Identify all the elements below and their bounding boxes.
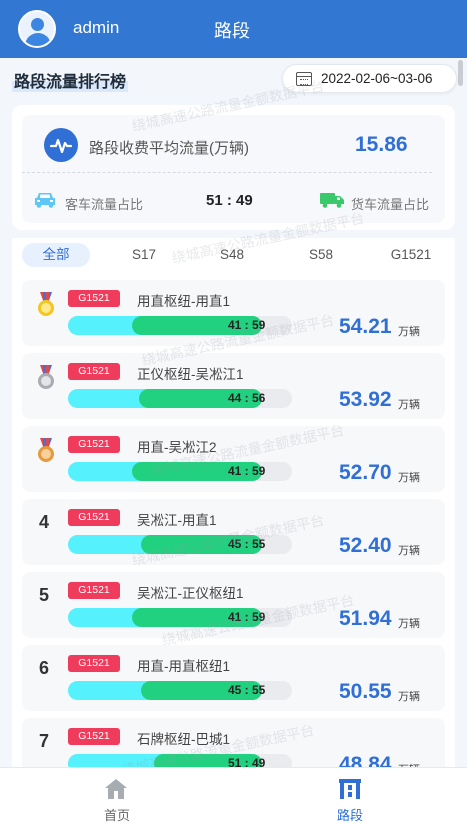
list-item[interactable]: G1521 用直枢纽-用直1 41 : 59 54.21 万辆 <box>22 280 445 346</box>
bottom-nav: 首页 路段 <box>0 767 467 828</box>
segment-name: 用直枢纽-用直1 <box>137 294 231 309</box>
tab-s58[interactable]: S58 <box>297 243 345 267</box>
road-icon <box>338 778 362 805</box>
list-item[interactable]: 6 G1521 用直-用直枢纽1 45 : 55 50.55 万辆 <box>22 645 445 711</box>
tab-s17[interactable]: S17 <box>120 243 168 267</box>
flow-unit: 万辆 <box>398 545 420 557</box>
nav-road-label: 路段 <box>336 808 363 823</box>
list-item[interactable]: 7 G1521 石牌枢纽-巴城1 51 : 49 48.84 万辆 <box>22 718 445 767</box>
rank-number: 6 <box>39 658 50 678</box>
road-filter-tabs: 全部 S17 S48 S58 G1521 <box>12 238 455 272</box>
road-badge: G1521 <box>68 509 120 526</box>
road-badge: G1521 <box>68 582 120 599</box>
ratio-text: 44 : 56 <box>228 391 266 405</box>
date-range-picker[interactable]: 2022-02-06~03-06 <box>282 64 457 93</box>
car-truck-ratio: 51 : 49 <box>206 192 253 209</box>
flow-ratio-bar: 41 : 59 <box>68 462 292 481</box>
flow-value: 52.40 <box>339 534 392 557</box>
segment-name: 石牌枢纽-巴城1 <box>137 732 231 747</box>
flow-unit: 万辆 <box>398 399 420 411</box>
list-item[interactable]: G1521 用直-吴凇江2 41 : 59 52.70 万辆 <box>22 426 445 492</box>
list-item[interactable]: 5 G1521 吴凇江-正仪枢纽1 41 : 59 51.94 万辆 <box>22 572 445 638</box>
road-badge: G1521 <box>68 290 120 307</box>
top-bar: admin 路段 <box>0 0 467 58</box>
road-badge: G1521 <box>68 655 120 672</box>
flow-ratio-bar: 41 : 59 <box>68 608 292 627</box>
avg-flow-label: 路段收费平均流量(万辆) <box>89 140 249 157</box>
flow-ratio-bar: 51 : 49 <box>68 754 292 767</box>
page-title: 路段 <box>214 21 250 41</box>
tab-all[interactable]: 全部 <box>22 243 90 267</box>
ratio-text: 51 : 49 <box>228 756 266 767</box>
car-icon <box>33 191 57 214</box>
nav-home[interactable]: 首页 <box>57 768 177 828</box>
list-item[interactable]: G1521 正仪枢纽-吴凇江1 44 : 56 53.92 万辆 <box>22 353 445 419</box>
scrollbar[interactable] <box>458 60 463 86</box>
ranking-list: G1521 用直枢纽-用直1 41 : 59 54.21 万辆 G1521 正仪… <box>12 272 455 767</box>
segment-name: 用直-用直枢纽1 <box>137 659 231 674</box>
flow-unit: 万辆 <box>398 618 420 630</box>
nav-road[interactable]: 路段 <box>290 768 410 828</box>
flow-ratio-bar: 45 : 55 <box>68 535 292 554</box>
flow-unit: 万辆 <box>398 472 420 484</box>
divider <box>22 172 432 173</box>
flow-value: 48.84 <box>339 753 392 767</box>
home-icon <box>104 778 128 805</box>
username: admin <box>73 18 120 37</box>
tab-g1521[interactable]: G1521 <box>382 243 440 267</box>
flow-value: 53.92 <box>339 388 392 411</box>
road-badge: G1521 <box>68 363 120 380</box>
flow-unit: 万辆 <box>398 326 420 338</box>
segment-name: 吴凇江-正仪枢纽1 <box>137 586 244 601</box>
date-range-text: 2022-02-06~03-06 <box>321 71 433 86</box>
segment-name: 用直-吴凇江2 <box>137 440 217 455</box>
ratio-text: 41 : 59 <box>228 464 266 478</box>
tab-s48[interactable]: S48 <box>208 243 256 267</box>
gold-medal-icon <box>37 292 55 318</box>
avg-flow-value: 15.86 <box>355 133 408 156</box>
list-item[interactable]: 4 G1521 吴凇江-用直1 45 : 55 52.40 万辆 <box>22 499 445 565</box>
bronze-medal-icon <box>37 438 55 464</box>
flow-value: 54.21 <box>339 315 392 338</box>
silver-medal-icon <box>37 365 55 391</box>
road-badge: G1521 <box>68 436 120 453</box>
calendar-icon <box>296 72 312 86</box>
user-head-icon <box>31 18 44 31</box>
ratio-text: 41 : 59 <box>228 318 266 332</box>
car-ratio-label: 客车流量占比 <box>65 197 144 212</box>
flow-value: 51.94 <box>339 607 392 630</box>
section-title: 路段流量排行榜 <box>12 68 129 92</box>
avatar[interactable] <box>18 10 56 48</box>
rank-number: 5 <box>39 585 50 605</box>
rank-number: 7 <box>39 731 50 751</box>
road-badge: G1521 <box>68 728 120 745</box>
ratio-text: 45 : 55 <box>228 683 266 697</box>
truck-ratio-label: 货车流量占比 <box>351 197 430 212</box>
flow-unit: 万辆 <box>398 691 420 703</box>
segment-name: 吴凇江-用直1 <box>137 513 217 528</box>
flow-ratio-bar: 44 : 56 <box>68 389 292 408</box>
flow-ratio-bar: 45 : 55 <box>68 681 292 700</box>
segment-name: 正仪枢纽-吴凇江1 <box>137 367 244 382</box>
ratio-text: 45 : 55 <box>228 537 266 551</box>
flow-value: 52.70 <box>339 461 392 484</box>
pulse-icon <box>44 128 78 162</box>
ratio-text: 41 : 59 <box>228 610 266 624</box>
flow-ratio-bar: 41 : 59 <box>68 316 292 335</box>
user-body-icon <box>25 33 51 46</box>
nav-home-label: 首页 <box>103 808 130 823</box>
flow-value: 50.55 <box>339 680 392 703</box>
rank-number: 4 <box>39 512 50 532</box>
truck-icon <box>319 191 345 214</box>
